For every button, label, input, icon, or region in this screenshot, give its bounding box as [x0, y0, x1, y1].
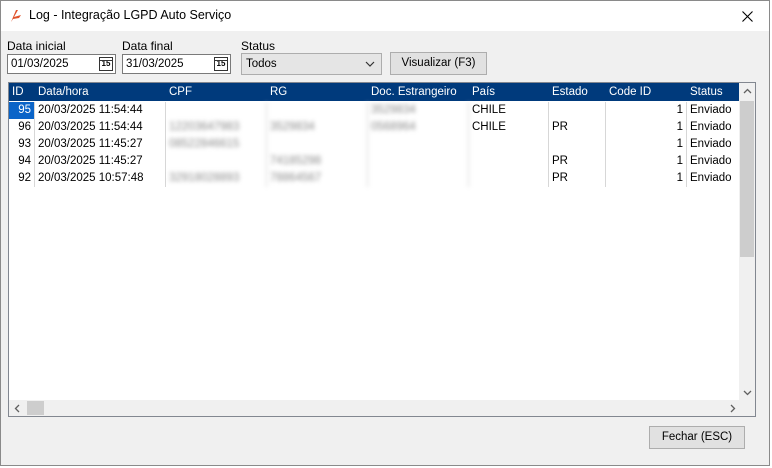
data-final-value: 31/03/2025 [126, 58, 184, 70]
cell-datahora[interactable]: 20/03/2025 11:45:27 [35, 136, 166, 153]
cell-datahora[interactable]: 20/03/2025 11:45:27 [35, 153, 166, 170]
cell-status[interactable]: Enviado [687, 119, 740, 136]
vertical-scrollbar[interactable] [739, 83, 755, 400]
table-row[interactable]: 94 20/03/2025 11:45:27 74185298 PR 1 Env… [9, 153, 740, 170]
cell-estado[interactable]: PR [549, 119, 606, 136]
cell-doc-estrangeiro[interactable] [368, 153, 469, 170]
grid-header: ID Data/hora CPF RG Doc. Estrangeiro Paí… [9, 83, 740, 101]
window-title: Log - Integração LGPD Auto Serviço [29, 8, 232, 22]
fechar-button[interactable]: Fechar (ESC) [649, 426, 745, 449]
cell-estado[interactable]: PR [549, 153, 606, 170]
table-row[interactable]: 96 20/03/2025 11:54:44 12203647983 35298… [9, 119, 740, 136]
chevron-left-icon [14, 404, 19, 412]
column-header-id[interactable]: ID [9, 83, 35, 101]
cell-code-id[interactable]: 1 [606, 153, 687, 170]
cell-rg[interactable]: 74185298 [267, 153, 368, 170]
cell-cpf[interactable] [166, 153, 267, 170]
scrollbar-corner [739, 400, 755, 416]
cell-id[interactable]: 94 [9, 153, 35, 170]
chevron-down-icon [365, 61, 375, 67]
calendar-icon[interactable]: 15 [99, 57, 113, 71]
cell-cpf[interactable] [166, 102, 267, 119]
cell-cpf[interactable]: 32918028893 [166, 170, 267, 187]
cell-id[interactable]: 95 [9, 102, 35, 119]
cell-code-id[interactable]: 1 [606, 170, 687, 187]
status-select[interactable]: Todos [241, 53, 382, 75]
status-label: Status [241, 39, 276, 53]
cell-code-id[interactable]: 1 [606, 119, 687, 136]
column-header-code-id[interactable]: Code ID [606, 83, 687, 101]
cell-status[interactable]: Enviado [687, 153, 740, 170]
cell-rg[interactable]: 78864567 [267, 170, 368, 187]
visualizar-button[interactable]: Visualizar (F3) [390, 52, 487, 75]
close-button[interactable] [725, 1, 769, 31]
cell-doc-estrangeiro[interactable] [368, 136, 469, 153]
cell-doc-estrangeiro[interactable]: 0568964 [368, 119, 469, 136]
cell-rg[interactable] [267, 102, 368, 119]
cell-cpf[interactable]: 12203647983 [166, 119, 267, 136]
cell-datahora[interactable]: 20/03/2025 11:54:44 [35, 102, 166, 119]
cell-code-id[interactable]: 1 [606, 136, 687, 153]
scroll-up-button[interactable] [739, 83, 755, 99]
column-header-estado[interactable]: Estado [549, 83, 606, 101]
status-select-value: Todos [246, 58, 277, 70]
horizontal-scroll-thumb[interactable] [27, 401, 44, 415]
cell-pais[interactable] [469, 153, 549, 170]
data-final-field[interactable]: 31/03/2025 15 [122, 54, 231, 74]
close-icon [741, 10, 753, 22]
column-header-datahora[interactable]: Data/hora [35, 83, 166, 101]
chevron-right-icon [730, 404, 735, 412]
cell-id[interactable]: 92 [9, 170, 35, 187]
cell-status[interactable]: Enviado [687, 136, 740, 153]
scroll-left-button[interactable] [9, 400, 25, 416]
table-row[interactable]: 92 20/03/2025 10:57:48 32918028893 78864… [9, 170, 740, 187]
cell-estado[interactable] [549, 102, 606, 119]
cell-id[interactable]: 96 [9, 119, 35, 136]
table-row[interactable]: 93 20/03/2025 11:45:27 08522846615 1 Env… [9, 136, 740, 153]
cell-pais[interactable]: CHILE [469, 119, 549, 136]
scroll-down-button[interactable] [739, 384, 755, 400]
data-final-label: Data final [122, 39, 173, 53]
dialog-window: Log - Integração LGPD Auto Serviço Data … [0, 0, 770, 466]
vertical-scroll-thumb[interactable] [740, 101, 754, 257]
cell-id[interactable]: 93 [9, 136, 35, 153]
table-row[interactable]: 95 20/03/2025 11:54:44 3529834 CHILE 1 E… [9, 102, 740, 119]
log-grid[interactable]: ID Data/hora CPF RG Doc. Estrangeiro Paí… [8, 82, 756, 417]
app-logo-icon [11, 10, 21, 22]
cell-pais[interactable] [469, 170, 549, 187]
column-header-rg[interactable]: RG [267, 83, 368, 101]
data-inicial-field[interactable]: 01/03/2025 15 [7, 54, 116, 74]
calendar-icon[interactable]: 15 [214, 57, 228, 71]
cell-rg[interactable] [267, 136, 368, 153]
cell-status[interactable]: Enviado [687, 170, 740, 187]
cell-pais[interactable] [469, 136, 549, 153]
column-header-doc-estrangeiro[interactable]: Doc. Estrangeiro [368, 83, 469, 101]
cell-datahora[interactable]: 20/03/2025 11:54:44 [35, 119, 166, 136]
column-header-status[interactable]: Status [687, 83, 740, 101]
chevron-up-icon [743, 88, 751, 93]
column-header-cpf[interactable]: CPF [166, 83, 267, 101]
data-inicial-value: 01/03/2025 [11, 58, 69, 70]
cell-cpf[interactable]: 08522846615 [166, 136, 267, 153]
cell-pais[interactable]: CHILE [469, 102, 549, 119]
scroll-right-button[interactable] [724, 400, 740, 416]
horizontal-scrollbar[interactable] [9, 400, 740, 416]
cell-doc-estrangeiro[interactable]: 3529834 [368, 102, 469, 119]
cell-status[interactable]: Enviado [687, 102, 740, 119]
cell-rg[interactable]: 3529834 [267, 119, 368, 136]
title-bar[interactable]: Log - Integração LGPD Auto Serviço [1, 1, 769, 31]
cell-estado[interactable]: PR [549, 170, 606, 187]
column-header-pais[interactable]: País [469, 83, 549, 101]
cell-doc-estrangeiro[interactable] [368, 170, 469, 187]
cell-datahora[interactable]: 20/03/2025 10:57:48 [35, 170, 166, 187]
cell-estado[interactable] [549, 136, 606, 153]
chevron-down-icon [743, 390, 751, 395]
data-inicial-label: Data inicial [7, 39, 66, 53]
cell-code-id[interactable]: 1 [606, 102, 687, 119]
